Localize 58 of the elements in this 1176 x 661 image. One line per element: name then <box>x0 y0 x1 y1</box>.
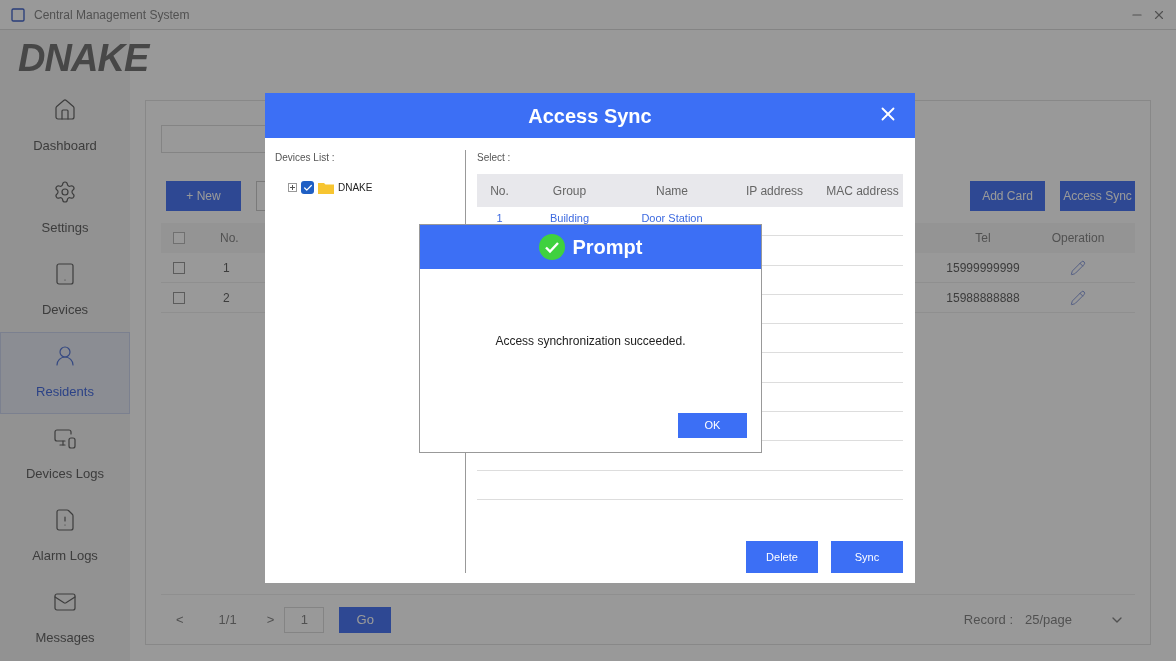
record-label: Record : <box>963 610 1013 629</box>
sidebar-item[interactable]: Devices Logs <box>0 414 130 496</box>
expand-icon[interactable] <box>288 183 297 192</box>
document-icon <box>53 508 77 533</box>
table-cell-text: 15999999999 <box>945 259 1021 277</box>
devices-list-label: Devices List : <box>275 151 336 165</box>
house-icon <box>53 98 77 123</box>
sidebar-item[interactable]: Messages <box>0 578 130 660</box>
column-header: Operation <box>1050 230 1106 247</box>
window-title: Central Management System <box>34 6 190 24</box>
edit-icon[interactable] <box>1070 259 1086 276</box>
monitor-icon <box>53 426 77 451</box>
column-header: Name <box>655 182 689 200</box>
sidebar-item[interactable]: Dashboard <box>0 86 130 168</box>
check-circle-icon <box>538 234 565 260</box>
gear-icon <box>53 180 77 205</box>
column-header: IP address <box>744 182 805 200</box>
column-header: MAC address <box>825 182 900 200</box>
table-cell-text: Building <box>548 210 591 226</box>
page-indicator: 1/1 <box>218 610 237 629</box>
header-checkbox[interactable] <box>173 232 185 244</box>
access-sync-button[interactable]: Access Sync <box>1060 181 1135 211</box>
next-page-link[interactable]: > <box>266 609 275 630</box>
prompt-title: Prompt <box>572 235 643 260</box>
row-checkbox[interactable] <box>173 291 185 304</box>
logo: DNAKE <box>18 35 149 81</box>
tablet-icon <box>53 262 77 287</box>
tree-checkbox[interactable] <box>301 181 314 194</box>
table-cell-text: 1 <box>495 210 504 226</box>
folder-icon <box>318 181 334 194</box>
sidebar-item[interactable]: Residents <box>0 332 130 414</box>
column-header: Group <box>551 182 588 200</box>
new-button[interactable]: + New <box>166 181 241 211</box>
sync-button[interactable]: Sync <box>831 541 903 573</box>
prompt-message: Access synchronization succeeded. <box>495 333 686 350</box>
column-header: No. <box>220 230 239 247</box>
page-size-select[interactable]: 25/page <box>1025 609 1125 630</box>
edit-icon[interactable] <box>1070 289 1086 306</box>
prev-page-link[interactable]: < <box>176 609 184 630</box>
table-cell-text: 15988888888 <box>945 289 1021 307</box>
sidebar-item[interactable]: Settings <box>0 168 130 250</box>
go-button[interactable]: Go <box>339 606 392 633</box>
table-cell-text: Door Station <box>640 210 704 226</box>
sidebar-item[interactable]: Alarm Logs <box>0 496 130 578</box>
ok-button[interactable]: OK <box>678 413 747 438</box>
select-label: Select : <box>477 151 512 165</box>
column-header: No. <box>489 182 510 200</box>
app-icon <box>10 6 26 23</box>
tree-node-label[interactable]: DNAKE <box>338 180 373 195</box>
table-cell-text: 2 <box>223 289 230 307</box>
sidebar-item[interactable]: Devices <box>0 250 130 332</box>
column-header: Tel <box>974 230 992 247</box>
table-cell-text: 1 <box>223 259 230 277</box>
row-checkbox[interactable] <box>173 261 185 274</box>
add-card-button[interactable]: Add Card <box>970 181 1045 211</box>
dialog-title: Access Sync <box>528 103 652 129</box>
page-input[interactable]: 1 <box>284 606 325 633</box>
delete-button[interactable]: Delete <box>746 541 818 573</box>
